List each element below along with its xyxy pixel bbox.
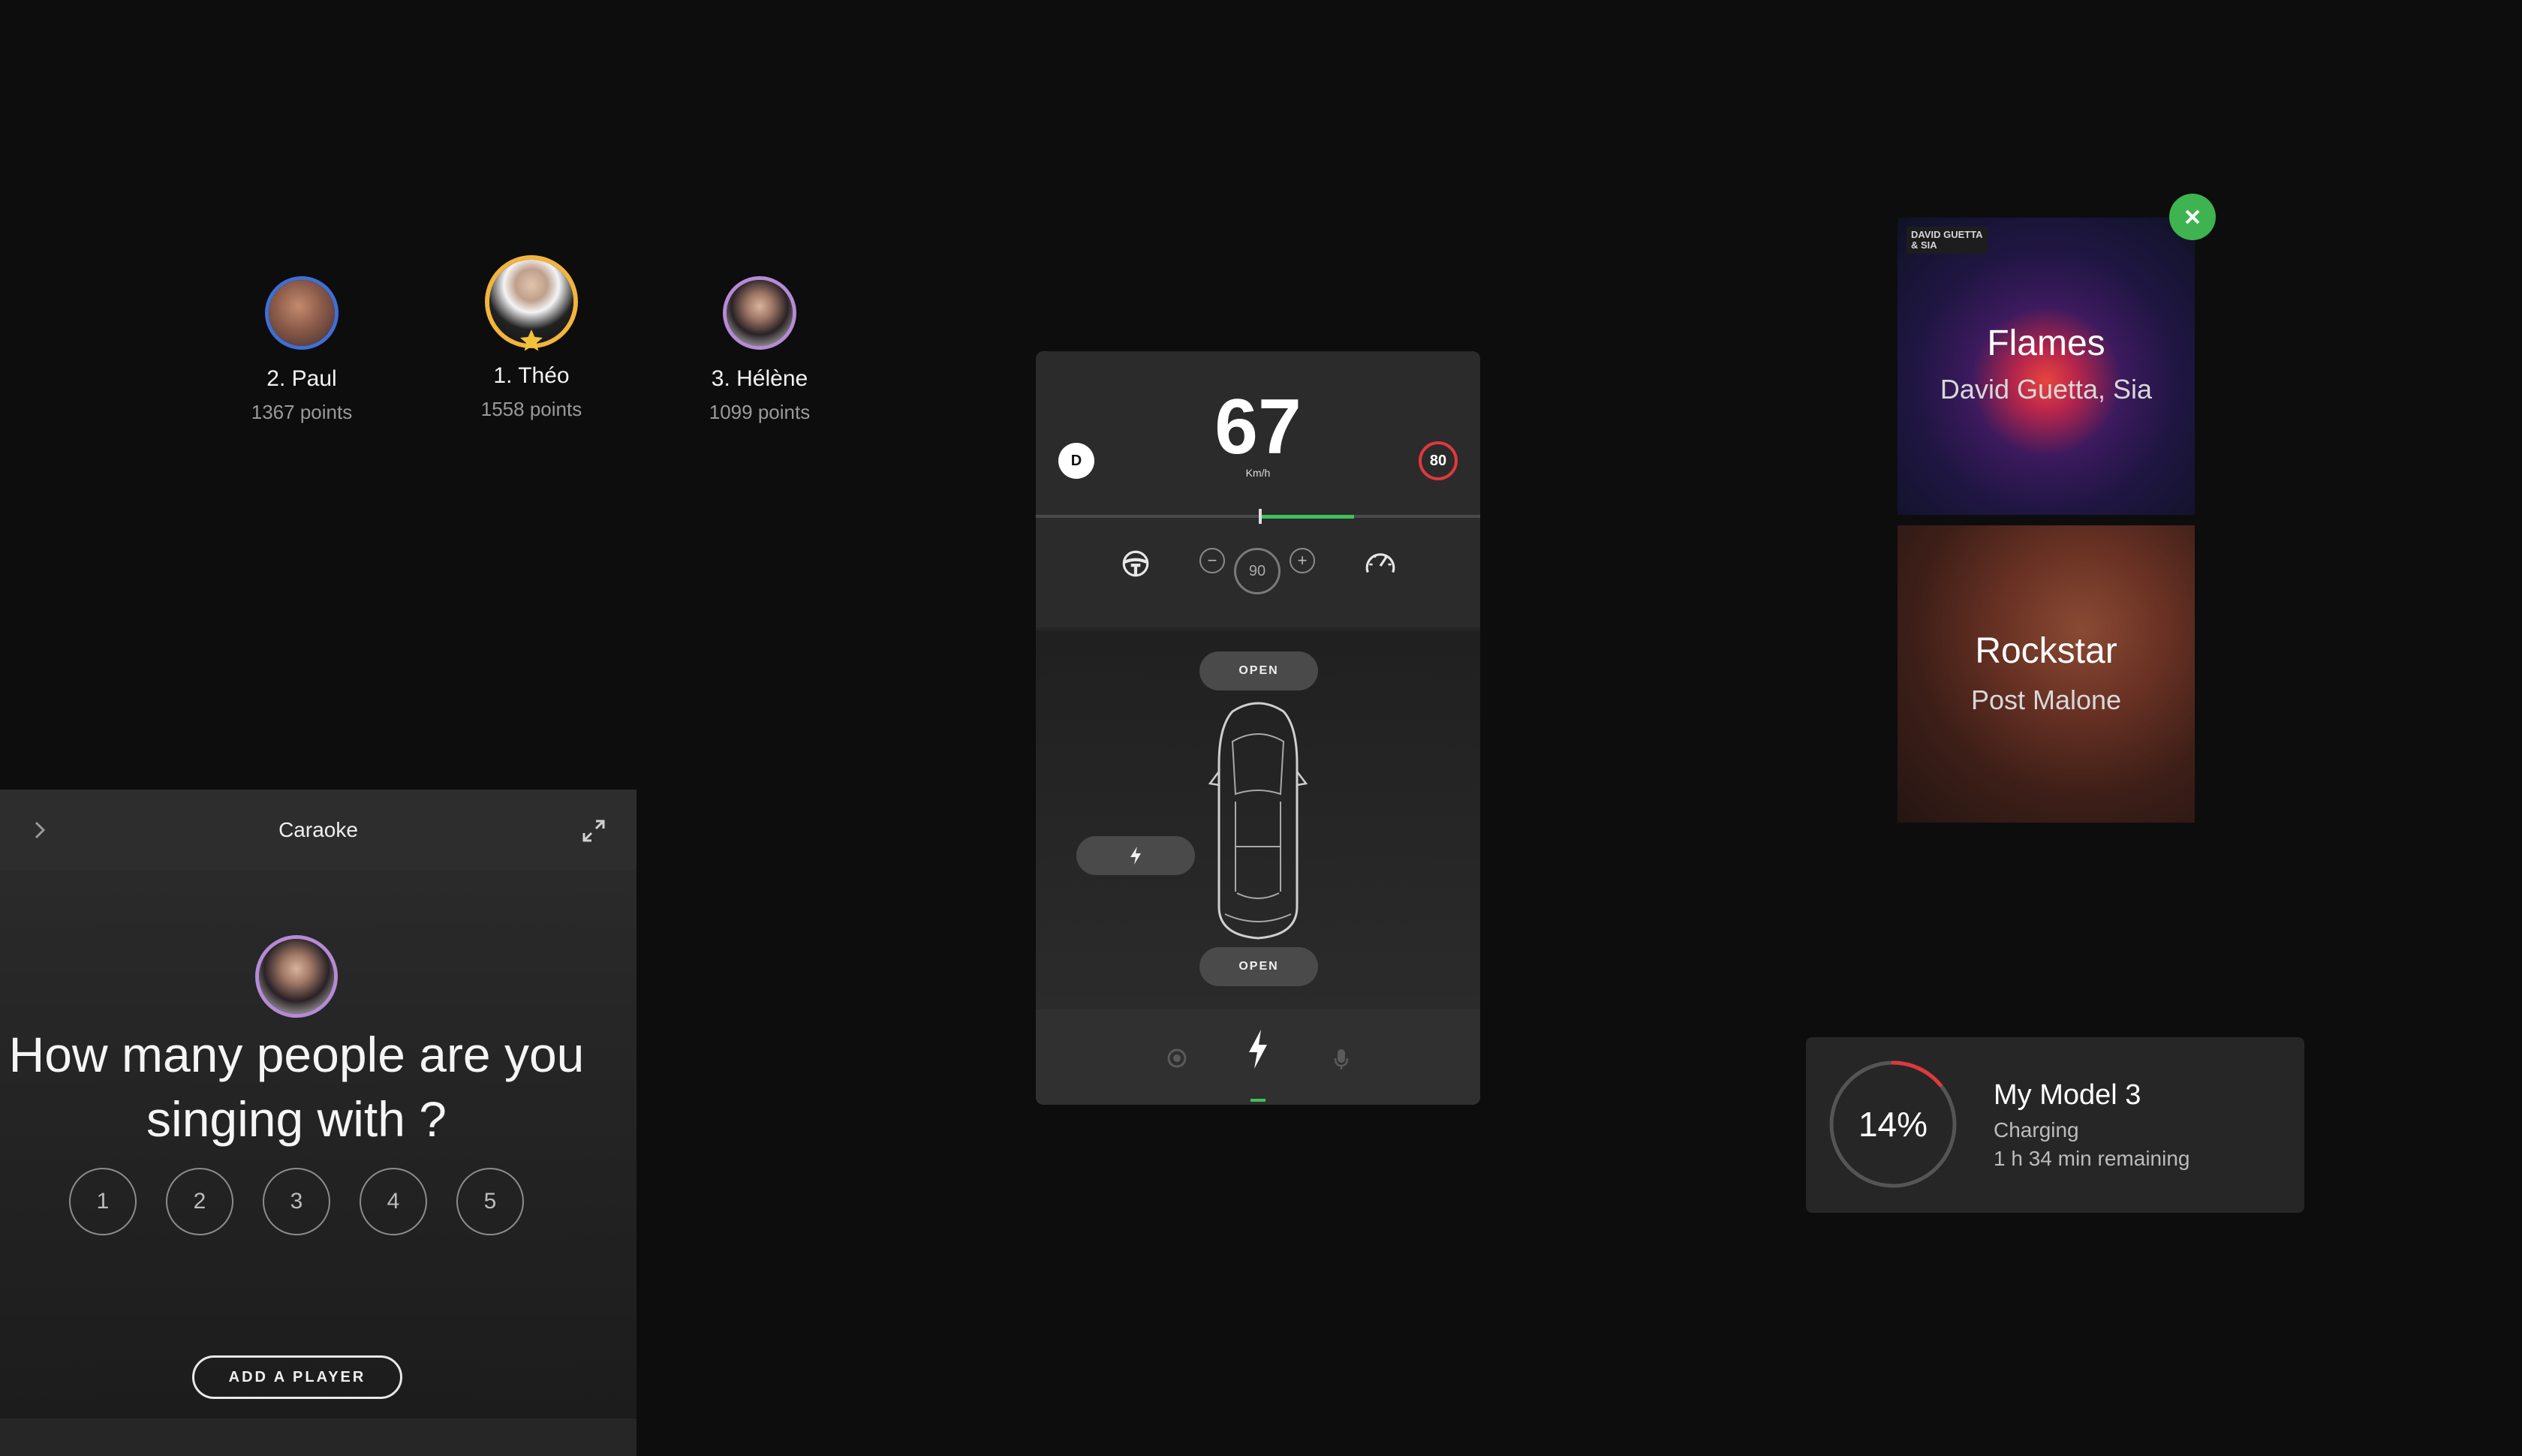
- star-icon: [520, 329, 543, 351]
- camera-icon[interactable]: [1166, 1048, 1187, 1069]
- add-player-button[interactable]: ADD A PLAYER: [192, 1355, 402, 1399]
- charging-status-card[interactable]: 14% My Model 3 Charging 1 h 34 min remai…: [1806, 1037, 2304, 1213]
- close-button[interactable]: [2169, 194, 2216, 240]
- choice-4-button[interactable]: 4: [360, 1168, 427, 1235]
- current-speed: 67: [1214, 384, 1302, 471]
- vehicle-section: OPEN OPEN: [1036, 630, 1480, 1009]
- speed-track: [1036, 515, 1480, 518]
- song-artist: David Guetta, Sia: [1940, 374, 2153, 405]
- choice-5-button[interactable]: 5: [456, 1168, 524, 1235]
- avatar: [255, 935, 338, 1018]
- avatar: [723, 276, 796, 350]
- car-control-panel: D 67 Km/h 80 − 90 + OPEN OPEN: [1036, 351, 1480, 1105]
- car-name: My Model 3: [1994, 1079, 2141, 1111]
- lightning-icon: [1130, 847, 1141, 865]
- player-count-choices: 1 2 3 4 5: [69, 1168, 524, 1235]
- speedometer-icon[interactable]: [1363, 546, 1398, 579]
- time-remaining: 1 h 34 min remaining: [1994, 1147, 2190, 1170]
- avatar: [485, 255, 578, 351]
- song-title: Flames: [1987, 323, 2105, 363]
- speed-limit-sign: 80: [1419, 441, 1458, 480]
- choice-2-button[interactable]: 2: [166, 1168, 233, 1235]
- karaoke-header: Caraoke: [0, 790, 637, 871]
- karaoke-body: How many people are you singing with ? 1…: [0, 871, 637, 1418]
- open-frunk-button[interactable]: OPEN: [1199, 651, 1318, 690]
- player-name: 1. Théo: [493, 363, 570, 388]
- player-name: 2. Paul: [266, 366, 337, 391]
- song-artist: Post Malone: [1970, 684, 2122, 715]
- player-points: 1099 points: [709, 401, 811, 423]
- charge-percent: 14%: [1858, 1105, 1928, 1144]
- car-top-view-illustration: [1208, 702, 1308, 940]
- karaoke-question: How many people are you singing with ?: [8, 1027, 585, 1147]
- cruise-speed: 90: [1234, 548, 1281, 594]
- song-card-rockstar[interactable]: Rockstar Post Malone: [1898, 525, 2195, 823]
- choice-3-button[interactable]: 3: [263, 1168, 330, 1235]
- microphone-icon[interactable]: [1333, 1048, 1350, 1070]
- karaoke-panel: Caraoke How many people are you singing …: [0, 790, 637, 1456]
- song-card-flames[interactable]: DAVID GUETTA & SIA Flames David Guetta, …: [1898, 218, 2195, 515]
- cruise-plus-button[interactable]: +: [1290, 548, 1315, 573]
- speed-section: D 67 Km/h 80 − 90 +: [1036, 351, 1480, 627]
- player-theo[interactable]: 1. Théo 1558 points: [419, 255, 644, 421]
- avatar: [265, 276, 339, 350]
- charge-port-button[interactable]: [1076, 836, 1195, 875]
- album-cover-text: DAVID GUETTA & SIA: [1907, 227, 1988, 254]
- car-bottom-nav: [1036, 1009, 1480, 1105]
- player-points: 1558 points: [480, 398, 582, 420]
- speed-track-fill: [1261, 515, 1354, 519]
- choice-1-button[interactable]: 1: [69, 1168, 137, 1235]
- close-icon: [2185, 209, 2200, 224]
- open-trunk-button[interactable]: OPEN: [1199, 947, 1318, 986]
- player-points: 1367 points: [251, 401, 353, 423]
- active-tab-indicator: [1250, 1099, 1266, 1102]
- lightning-icon[interactable]: [1244, 1028, 1272, 1070]
- cruise-minus-button[interactable]: −: [1199, 548, 1225, 573]
- player-name: 3. Hélène: [711, 366, 808, 391]
- speed-unit: Km/h: [1245, 467, 1271, 479]
- expand-icon[interactable]: [579, 817, 608, 845]
- chevron-right-icon[interactable]: [29, 818, 51, 842]
- karaoke-footer: [0, 1418, 637, 1456]
- charging-status: Charging: [1994, 1118, 2079, 1142]
- player-helene[interactable]: 3. Hélène 1099 points: [647, 276, 872, 424]
- karaoke-title: Caraoke: [278, 818, 358, 841]
- steering-wheel-icon[interactable]: [1120, 548, 1151, 579]
- speed-marker: [1259, 509, 1262, 524]
- song-title: Rockstar: [1975, 631, 2117, 671]
- player-paul[interactable]: 2. Paul 1367 points: [189, 276, 414, 424]
